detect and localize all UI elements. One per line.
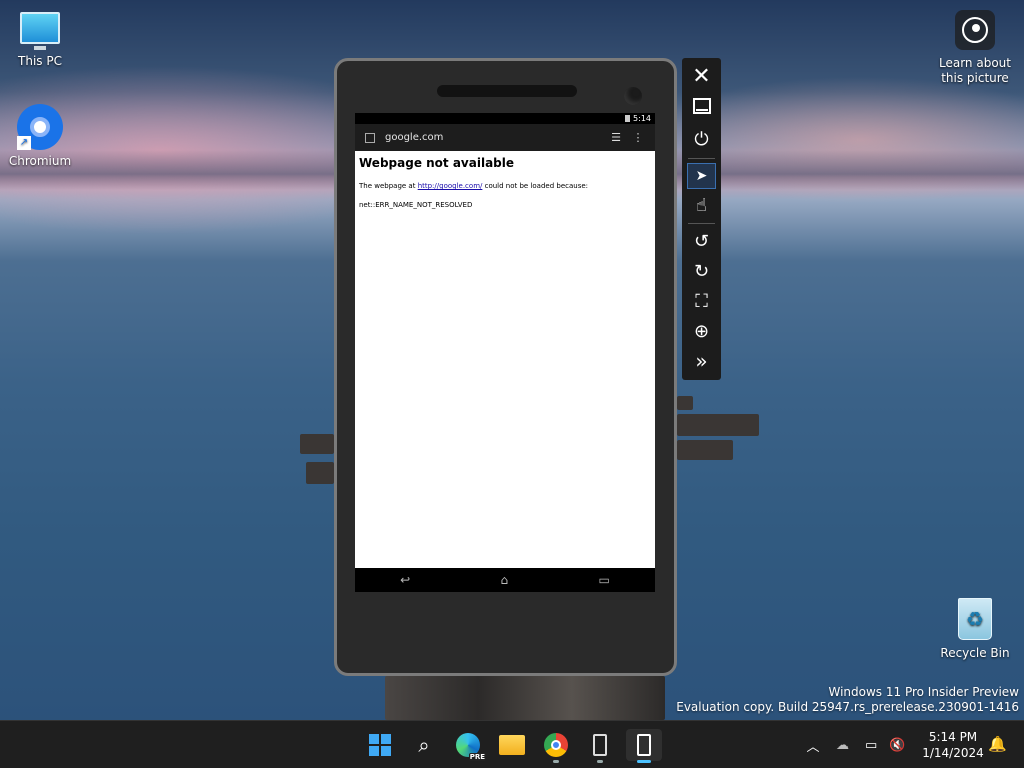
- system-tray: ︿ ☁ ▭ 🔇: [806, 721, 905, 768]
- edge-button[interactable]: PRE: [450, 729, 486, 761]
- emulator-screen[interactable]: 5:14 google.com ☰ ⋮ Webpage not availabl…: [355, 113, 655, 592]
- clock-date: 1/14/2024: [922, 746, 984, 760]
- pier-plank: [677, 414, 759, 436]
- error-code: net::ERR_NAME_NOT_RESOLVED: [359, 201, 473, 209]
- volume-muted-icon[interactable]: 🔇: [889, 738, 905, 753]
- error-title: Webpage not available: [359, 156, 515, 170]
- overflow-menu-icon[interactable]: ⋮: [627, 131, 649, 144]
- power-icon[interactable]: ⏻: [687, 126, 716, 152]
- camera-info-icon: [955, 10, 995, 50]
- front-camera: [624, 87, 642, 105]
- tabs-icon[interactable]: ☰: [605, 131, 627, 144]
- zoom-icon[interactable]: ⊕: [687, 318, 716, 344]
- minimize-icon[interactable]: [687, 93, 716, 119]
- edge-icon: PRE: [456, 733, 486, 761]
- status-time: 5:14: [633, 114, 651, 123]
- pier-walkway: [385, 676, 665, 720]
- recycle-bin-icon: ♻: [958, 598, 992, 640]
- error-page: Webpage not available The webpage at htt…: [355, 151, 655, 225]
- pier-plank: [677, 440, 733, 460]
- phone-emulator-icon: [593, 734, 607, 756]
- shortcut-arrow-icon: ↗: [17, 136, 31, 150]
- pier-plank: [300, 434, 334, 454]
- notification-bell-icon[interactable]: 🔔: [988, 735, 1007, 753]
- more-icon[interactable]: »: [687, 348, 716, 374]
- learn-about-picture[interactable]: Learn about this picture: [934, 10, 1016, 86]
- error-message: The webpage at http://google.com/ could …: [359, 182, 651, 190]
- monitor-icon: [20, 12, 60, 50]
- browser-url-bar[interactable]: google.com ☰ ⋮: [355, 124, 655, 151]
- toolbar-divider: [688, 223, 715, 224]
- start-icon: [369, 734, 391, 756]
- home-icon[interactable]: ⌂: [501, 573, 509, 587]
- pointer-icon[interactable]: ➤: [687, 163, 716, 189]
- chevron-up-icon[interactable]: ︿: [806, 736, 820, 755]
- phone-emulator-button[interactable]: [582, 729, 618, 763]
- recents-icon[interactable]: ▭: [598, 573, 609, 587]
- file-explorer-icon: [499, 735, 525, 755]
- toolbar-divider: [688, 158, 715, 159]
- battery-icon: [625, 115, 631, 122]
- desktop-icon-chromium[interactable]: ↗ Chromium: [0, 104, 80, 168]
- clock-time: 5:14 PM: [928, 730, 978, 744]
- error-suffix: could not be loaded because:: [482, 182, 589, 190]
- search-button[interactable]: ⌕: [406, 729, 442, 761]
- rotate-right-icon[interactable]: ↻: [687, 258, 716, 284]
- back-icon[interactable]: ↩: [400, 573, 410, 587]
- emulator-icon: [637, 734, 651, 756]
- network-icon[interactable]: ▭: [865, 738, 877, 753]
- watermark-line-2: Evaluation copy. Build 25947.rs_prerelea…: [676, 700, 1019, 714]
- onedrive-icon[interactable]: ☁: [836, 738, 849, 753]
- desktop-icon-this-pc[interactable]: This PC: [0, 12, 80, 68]
- watermark-line-1: Windows 11 Pro Insider Preview: [828, 685, 1019, 699]
- android-status-bar: 5:14: [355, 113, 655, 124]
- start-button[interactable]: [362, 729, 398, 761]
- desktop-icon-label: This PC: [18, 54, 62, 68]
- pier-plank: [306, 462, 334, 484]
- windows-watermark: Windows 11 Pro Insider Preview Evaluatio…: [676, 685, 1019, 715]
- desktop-icon-recycle-bin[interactable]: ♻ Recycle Bin: [935, 598, 1015, 660]
- error-link[interactable]: http://google.com/: [418, 182, 483, 190]
- close-icon[interactable]: ✕: [687, 63, 716, 89]
- search-icon: ⌕: [418, 733, 430, 757]
- emulator-button[interactable]: [626, 729, 662, 763]
- chrome-button[interactable]: [538, 729, 574, 763]
- speaker-grille: [437, 85, 577, 97]
- file-explorer-button[interactable]: [494, 729, 530, 761]
- url-text[interactable]: google.com: [385, 132, 605, 143]
- page-icon: [365, 132, 375, 143]
- chrome-icon: [544, 733, 568, 757]
- touch-icon[interactable]: ☝: [687, 192, 716, 218]
- fit-screen-icon[interactable]: ⛶: [687, 288, 716, 314]
- desktop-icon-label: Recycle Bin: [940, 646, 1010, 660]
- taskbar: ⌕ PRE ︿ ☁ ▭ 🔇 5:14 PM 1/14/2024 🔔: [0, 720, 1024, 768]
- desktop-icon-label: Chromium: [8, 154, 72, 168]
- android-nav-bar: ↩ ⌂ ▭: [355, 568, 655, 592]
- error-prefix: The webpage at: [359, 182, 418, 190]
- chromium-icon: ↗: [17, 104, 63, 150]
- phone-emulator-window[interactable]: 5:14 google.com ☰ ⋮ Webpage not availabl…: [334, 58, 677, 676]
- emulator-toolbar: ✕ ⏻ ➤ ☝ ↺ ↻ ⛶ ⊕ »: [682, 58, 721, 380]
- learn-about-label: Learn about this picture: [939, 56, 1011, 85]
- clock[interactable]: 5:14 PM 1/14/2024: [918, 729, 988, 761]
- pier-plank: [677, 396, 693, 410]
- rotate-left-icon[interactable]: ↺: [687, 228, 716, 254]
